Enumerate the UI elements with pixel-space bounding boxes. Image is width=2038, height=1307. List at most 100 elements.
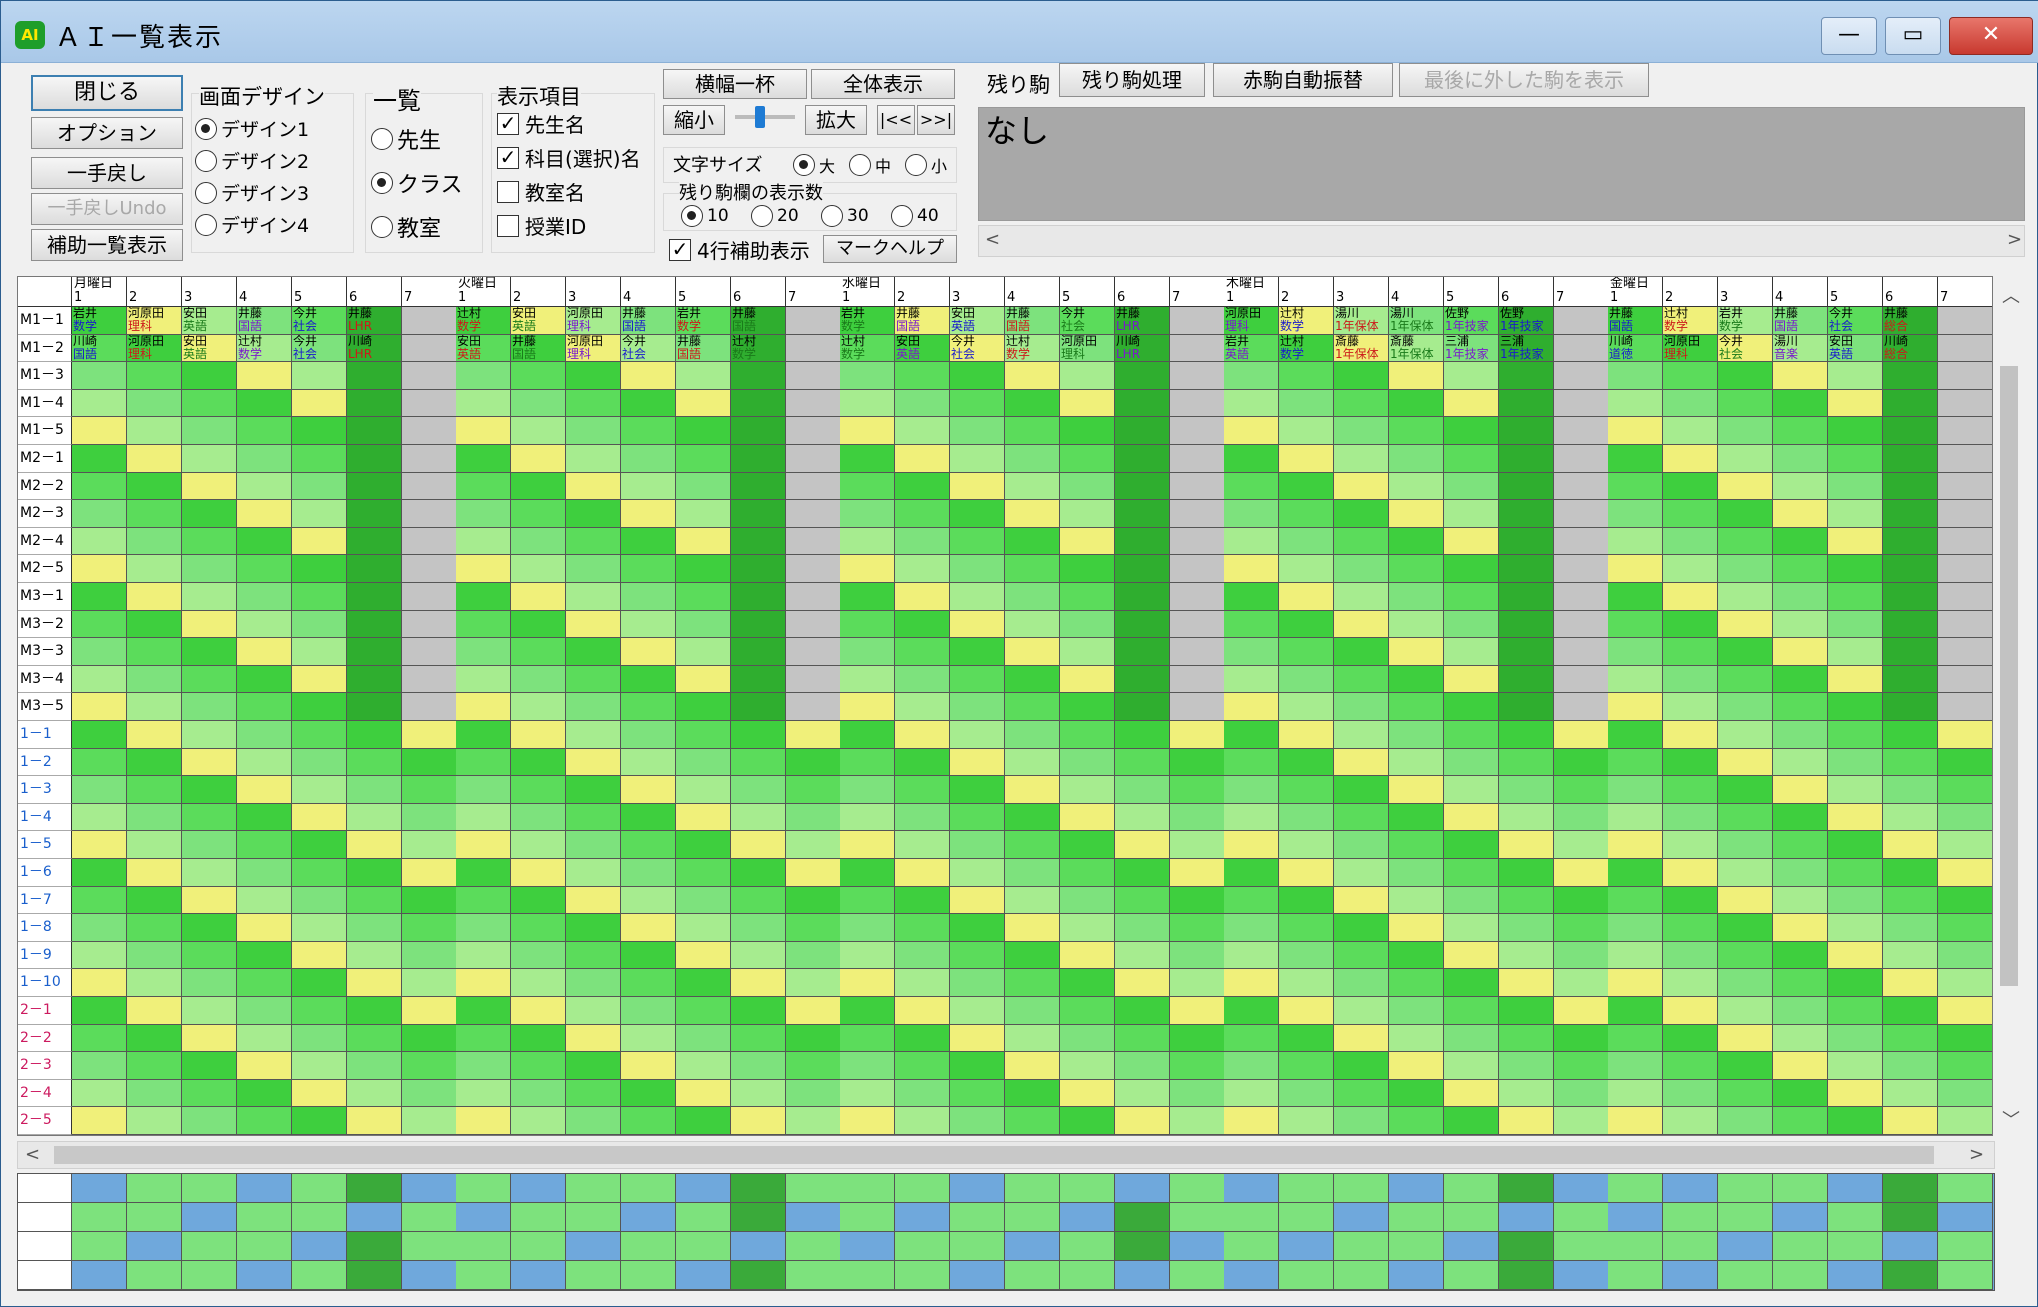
timetable-cell[interactable] — [1554, 527, 1609, 556]
timetable-cell[interactable] — [1883, 665, 1938, 694]
timetable-cell[interactable] — [237, 638, 292, 666]
timetable-cell[interactable] — [1883, 859, 1938, 887]
timetable-cell[interactable] — [1663, 1024, 1718, 1053]
timetable-cell[interactable] — [72, 1024, 127, 1053]
timetable-cell[interactable] — [840, 527, 895, 556]
timetable-cell[interactable] — [127, 389, 182, 418]
timetable-cell[interactable] — [621, 748, 676, 777]
timetable-cell[interactable] — [1499, 362, 1554, 390]
timetable-cell[interactable] — [1773, 389, 1828, 418]
design-radio-4[interactable]: デザイン4 — [195, 211, 309, 238]
aux-cell[interactable] — [1499, 1232, 1554, 1261]
timetable-cell[interactable] — [1718, 1079, 1773, 1108]
timetable-cell[interactable] — [182, 914, 237, 942]
timetable-cell[interactable] — [676, 1052, 731, 1080]
timetable-cell[interactable] — [950, 997, 1005, 1025]
timetable-cell[interactable] — [676, 417, 731, 445]
timetable-cell[interactable]: 川崎 LHR — [1115, 334, 1170, 363]
timetable-cell[interactable] — [1554, 1024, 1609, 1053]
aux-cell[interactable] — [1499, 1261, 1554, 1290]
timetable-cell[interactable] — [511, 969, 566, 997]
timetable-cell[interactable] — [511, 583, 566, 611]
timetable-cell[interactable] — [895, 389, 950, 418]
timetable-cell[interactable] — [1608, 969, 1663, 997]
timetable-cell[interactable] — [456, 831, 511, 859]
timetable-cell[interactable] — [1828, 831, 1883, 859]
timetable-cell[interactable] — [566, 389, 621, 418]
timetable-cell[interactable] — [895, 831, 950, 859]
timetable-cell[interactable] — [1828, 748, 1883, 777]
timetable-cell[interactable] — [511, 610, 566, 639]
aux-cell[interactable] — [786, 1232, 841, 1261]
timetable-cell[interactable] — [895, 555, 950, 583]
timetable-cell[interactable] — [1718, 859, 1773, 887]
timetable-cell[interactable]: 井藤 国語 — [1608, 307, 1663, 335]
timetable-cell[interactable] — [1663, 527, 1718, 556]
close-window-button[interactable]: ✕ — [1949, 17, 2033, 55]
timetable-cell[interactable] — [1279, 693, 1334, 721]
timetable-cell[interactable] — [950, 748, 1005, 777]
timetable-cell[interactable] — [182, 362, 237, 390]
timetable-cell[interactable] — [1883, 555, 1938, 583]
timetable-cell[interactable] — [566, 941, 621, 970]
remaining-count-radio-2[interactable]: 20 — [751, 205, 799, 227]
aux-cell[interactable] — [456, 1261, 511, 1290]
timetable-cell[interactable]: 斎藤 1年保体 — [1334, 334, 1389, 363]
timetable-cell[interactable] — [676, 969, 731, 997]
timetable-cell[interactable] — [621, 583, 676, 611]
timetable-cell[interactable] — [566, 776, 621, 804]
aux-cell[interactable] — [1444, 1232, 1499, 1261]
aux-cell[interactable] — [1060, 1261, 1115, 1290]
aux-cell[interactable] — [1663, 1261, 1718, 1290]
timetable-cell[interactable] — [182, 583, 237, 611]
timetable-cell[interactable] — [1828, 527, 1883, 556]
timetable-cell[interactable] — [1389, 417, 1444, 445]
timetable-cell[interactable] — [840, 693, 895, 721]
timetable-cell[interactable] — [1279, 362, 1334, 390]
timetable-cell[interactable] — [1773, 886, 1828, 915]
aux-cell[interactable] — [1499, 1203, 1554, 1232]
timetable-cell[interactable] — [456, 969, 511, 997]
timetable-cell[interactable] — [456, 610, 511, 639]
timetable-cell[interactable] — [621, 969, 676, 997]
timetable-cell[interactable]: 井藤 国語 — [1005, 307, 1060, 335]
timetable-cell[interactable] — [840, 1079, 895, 1108]
timetable-cell[interactable] — [127, 859, 182, 887]
timetable-cell[interactable] — [1883, 803, 1938, 832]
timetable-cell[interactable] — [1663, 500, 1718, 528]
timetable-cell[interactable] — [456, 583, 511, 611]
timetable-cell[interactable] — [1828, 914, 1883, 942]
timetable-cell[interactable] — [1115, 665, 1170, 694]
timetable-cell[interactable] — [72, 886, 127, 915]
timetable-cell[interactable] — [1608, 997, 1663, 1025]
timetable-cell[interactable] — [566, 693, 621, 721]
timetable-cell[interactable] — [182, 693, 237, 721]
timetable-cell[interactable] — [72, 721, 127, 749]
timetable-cell[interactable] — [840, 417, 895, 445]
four-row-checkbox[interactable]: ✓ 4行補助表示 — [669, 235, 810, 264]
timetable-cell[interactable] — [1389, 1024, 1444, 1053]
aux-cell[interactable] — [1279, 1174, 1334, 1203]
timetable-cell[interactable] — [1938, 914, 1992, 942]
timetable-cell[interactable] — [731, 665, 786, 694]
aux-cell[interactable] — [950, 1203, 1005, 1232]
timetable-cell[interactable] — [1773, 500, 1828, 528]
red-auto-button[interactable]: 赤駒自動振替 — [1213, 63, 1393, 97]
timetable-cell[interactable] — [292, 500, 347, 528]
timetable-cell[interactable] — [786, 748, 841, 777]
timetable-cell[interactable] — [840, 610, 895, 639]
aux-cell[interactable] — [1279, 1232, 1334, 1261]
timetable-cell[interactable] — [950, 527, 1005, 556]
timetable-cell[interactable] — [840, 665, 895, 694]
aux-cell[interactable] — [72, 1174, 127, 1203]
timetable-cell[interactable] — [676, 1079, 731, 1108]
timetable-cell[interactable] — [456, 693, 511, 721]
timetable-cell[interactable] — [1499, 969, 1554, 997]
timetable-cell[interactable] — [1773, 803, 1828, 832]
timetable-cell[interactable] — [1663, 776, 1718, 804]
timetable-cell[interactable] — [511, 500, 566, 528]
timetable-cell[interactable] — [1663, 610, 1718, 639]
timetable-cell[interactable] — [237, 886, 292, 915]
aux-cell[interactable] — [566, 1174, 621, 1203]
timetable-cell[interactable] — [511, 748, 566, 777]
